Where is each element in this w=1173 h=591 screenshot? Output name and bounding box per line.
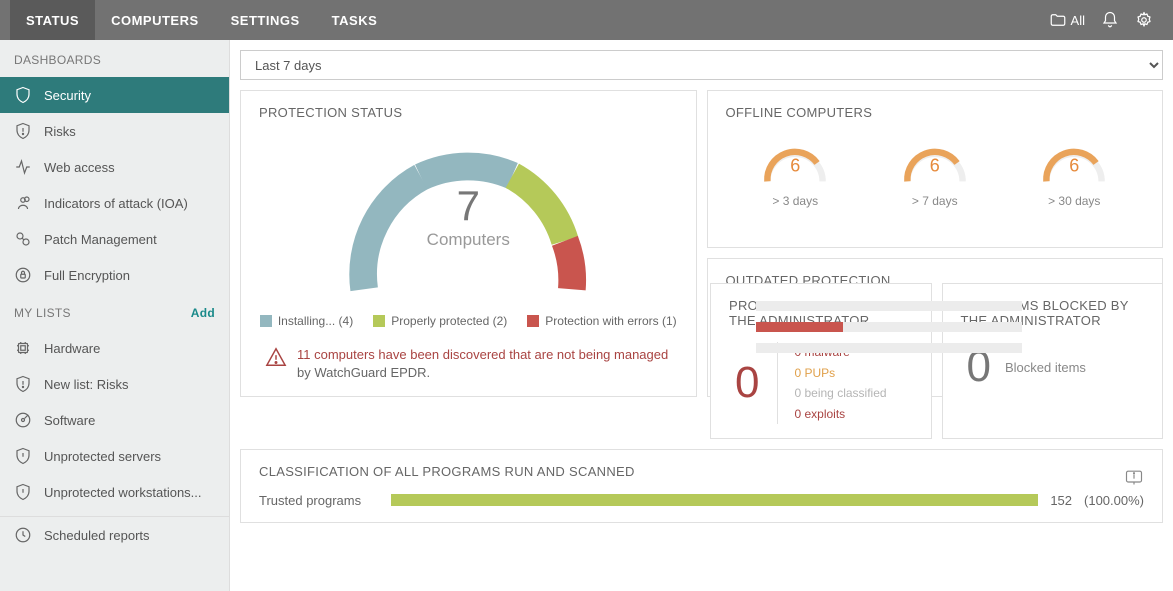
gauge-legend: Installing... (4) Properly protected (2)… [260,314,677,328]
patch-icon [14,230,32,248]
sidebar-item-security[interactable]: Security [0,77,229,113]
gauge-value: 7 [427,182,510,230]
target-icon [14,194,32,212]
allowed-breakdown: 0 malware 0 PUPs 0 being classified 0 ex… [777,342,886,424]
trusted-label: Trusted programs [259,493,379,508]
unmanaged-warning[interactable]: 11 computers have been discovered that a… [259,346,678,382]
top-navbar: STATUS COMPUTERS SETTINGS TASKS All [0,0,1173,40]
sidebar-item-hardware[interactable]: Hardware [0,330,229,366]
sidebar-item-label: Web access [44,160,115,175]
tab-settings[interactable]: SETTINGS [215,0,316,40]
sidebar-item-label: Hardware [44,341,100,356]
main-content: Last 7 days PROTECTION STATUS [230,40,1173,591]
sidebar-item-web-access[interactable]: Web access [0,149,229,185]
allowed-total: 0 [735,358,759,408]
sidebar-item-label: Unprotected workstations... [44,485,202,500]
sidebar-item-label: Software [44,413,95,428]
sidebar-item-label: New list: Risks [44,377,129,392]
sidebar-item-label: Scheduled reports [44,528,150,543]
sidebar-item-label: Unprotected servers [44,449,161,464]
sidebar-item-software[interactable]: Software [0,402,229,438]
sidebar-item-label: Patch Management [44,232,157,247]
panel-protection-status: PROTECTION STATUS 7 Computers [240,90,697,397]
notifications-button[interactable] [1101,11,1119,29]
trusted-pct: (100.00%) [1084,493,1144,508]
shield-warn-icon [14,447,32,465]
sidebar-item-risks[interactable]: Risks [0,113,229,149]
sidebar-item-unprotected-servers[interactable]: Unprotected servers [0,438,229,474]
lock-icon [14,266,32,284]
folder-icon [1049,11,1067,29]
gear-icon [1135,11,1153,29]
disc-icon [14,411,32,429]
sidebar-item-patch[interactable]: Patch Management [0,221,229,257]
trusted-bar [391,494,1038,506]
gauge-label: Computers [427,230,510,250]
add-list-link[interactable]: Add [191,306,215,320]
folder-all-button[interactable]: All [1049,11,1085,29]
sidebar-item-unprotected-workstations[interactable]: Unprotected workstations... [0,474,229,510]
protection-gauge: 7 Computers [328,130,608,310]
panel-title: PROTECTION STATUS [259,105,678,120]
shield-alert-icon [14,375,32,393]
shield-alert-icon [14,122,32,140]
trusted-count: 152 [1050,493,1072,508]
sidebar-item-label: Risks [44,124,76,139]
tab-tasks[interactable]: TASKS [316,0,394,40]
panel-offline-computers: OFFLINE COMPUTERS 6 > 3 days 6 > 7 days … [707,90,1164,248]
folder-all-label: All [1071,13,1085,28]
sidebar: DASHBOARDS Security Risks Web access Ind… [0,40,230,591]
sidebar-item-new-risks[interactable]: New list: Risks [0,366,229,402]
sidebar-item-scheduled-reports[interactable]: Scheduled reports [0,516,229,553]
blocked-label: Blocked items [1005,360,1086,375]
panel-title: CLASSIFICATION OF ALL PROGRAMS RUN AND S… [259,464,635,479]
mylists-heading: MY LISTS Add [0,293,229,330]
bell-icon [1101,11,1119,29]
offline-7days[interactable]: 6 > 7 days [898,140,972,208]
chip-icon [14,339,32,357]
settings-button[interactable] [1135,11,1153,29]
sidebar-item-label: Full Encryption [44,268,130,283]
sidebar-item-ioa[interactable]: Indicators of attack (IOA) [0,185,229,221]
sidebar-item-label: Indicators of attack (IOA) [44,196,188,211]
tab-computers[interactable]: COMPUTERS [95,0,215,40]
offline-3days[interactable]: 6 > 3 days [758,140,832,208]
warning-icon [265,346,287,371]
panel-title: OFFLINE COMPUTERS [726,105,1145,120]
date-range-select[interactable]: Last 7 days [240,50,1163,80]
shield-warn-icon [14,483,32,501]
sidebar-item-encryption[interactable]: Full Encryption [0,257,229,293]
clock-icon [14,526,32,544]
sidebar-item-label: Security [44,88,91,103]
panel-classification: CLASSIFICATION OF ALL PROGRAMS RUN AND S… [240,449,1163,523]
dashboards-heading: DASHBOARDS [0,40,229,77]
shield-icon [14,86,32,104]
tab-status[interactable]: STATUS [10,0,95,40]
info-icon[interactable] [1124,467,1144,490]
activity-icon [14,158,32,176]
offline-30days[interactable]: 6 > 30 days [1037,140,1111,208]
